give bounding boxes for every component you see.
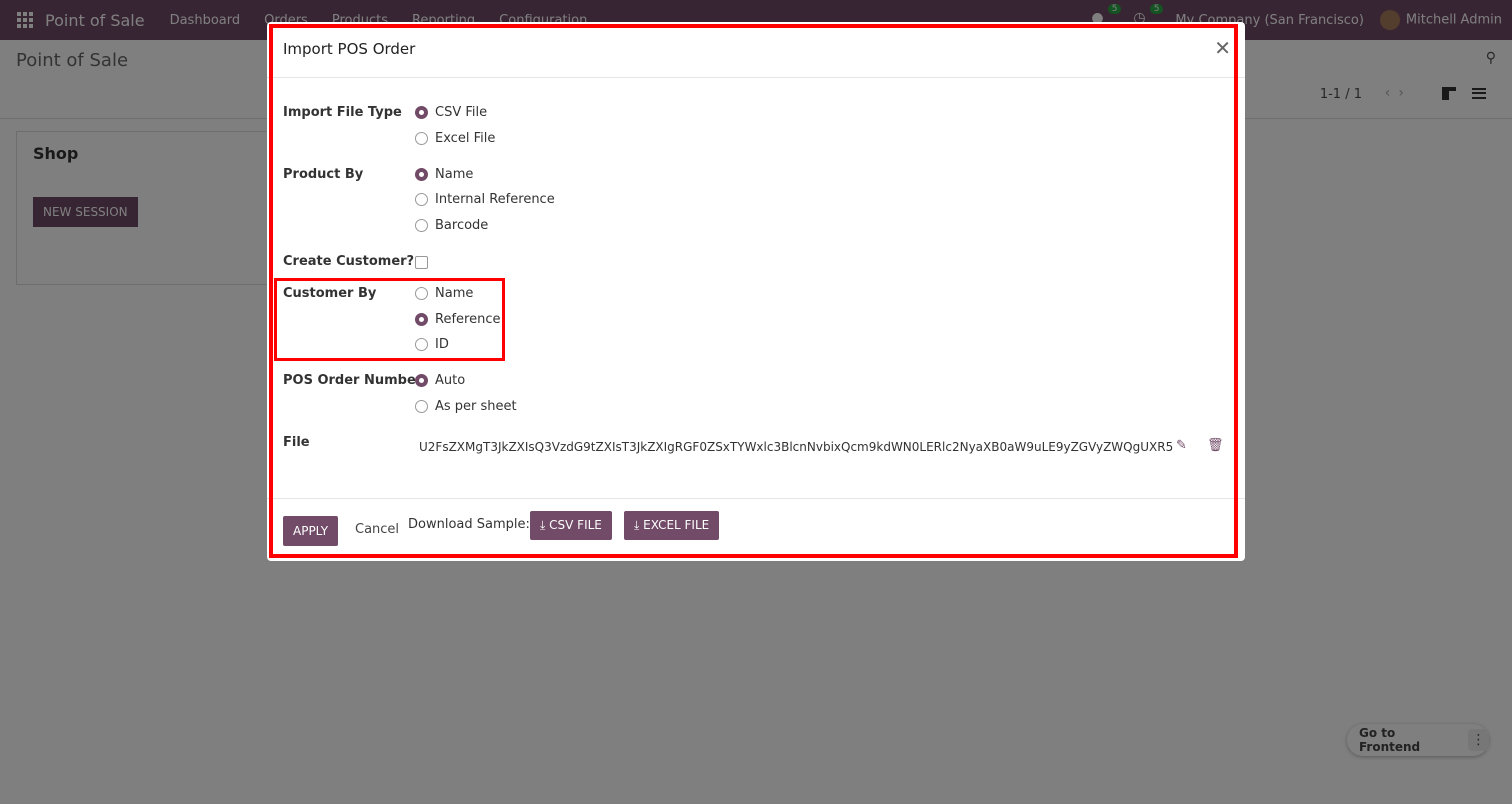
highlight-customer-by-box [274, 278, 505, 361]
